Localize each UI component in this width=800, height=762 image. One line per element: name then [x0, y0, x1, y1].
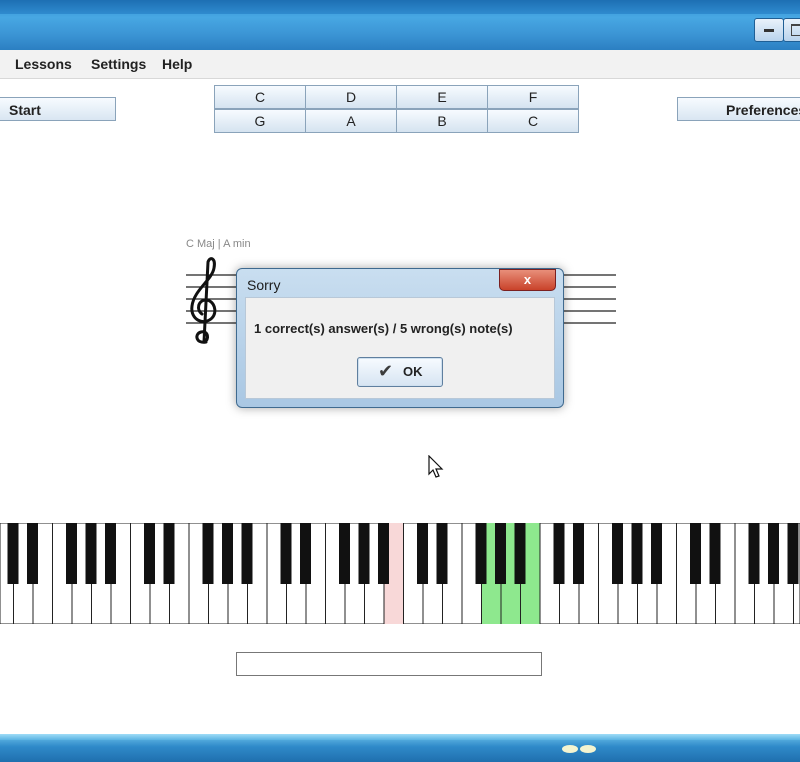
note-button-f[interactable]: F — [487, 85, 579, 109]
dialog-body: 1 correct(s) answer(s) / 5 wrong(s) note… — [245, 297, 555, 399]
black-key[interactable] — [27, 523, 38, 584]
menu-help[interactable]: Help — [162, 56, 192, 72]
preferences-button[interactable]: Preferences — [677, 97, 800, 121]
dialog-message: 1 correct(s) answer(s) / 5 wrong(s) note… — [254, 321, 513, 336]
menu-bar: Lessons Settings Help — [0, 50, 800, 79]
black-key[interactable] — [690, 523, 701, 584]
black-key[interactable] — [358, 523, 370, 584]
note-button-c-high[interactable]: C — [487, 109, 579, 133]
black-key[interactable] — [748, 523, 760, 584]
menu-settings[interactable]: Settings — [91, 56, 146, 72]
dialog-title: Sorry — [247, 277, 281, 293]
black-key[interactable] — [417, 523, 428, 584]
note-button-grid: C D E F G A B C — [214, 85, 580, 133]
black-key[interactable] — [202, 523, 214, 584]
black-key[interactable] — [300, 523, 311, 584]
black-key[interactable] — [651, 523, 662, 584]
mouse-cursor-icon — [428, 455, 444, 478]
note-button-a[interactable]: A — [305, 109, 397, 133]
black-key[interactable] — [631, 523, 643, 584]
black-key[interactable] — [612, 523, 623, 584]
black-key[interactable] — [105, 523, 116, 584]
black-key[interactable] — [787, 523, 799, 584]
black-key[interactable] — [378, 523, 389, 584]
window-titlebar — [0, 0, 800, 50]
piano-keyboard[interactable] — [0, 523, 800, 624]
note-button-b[interactable]: B — [396, 109, 488, 133]
black-key[interactable] — [339, 523, 350, 584]
black-key[interactable] — [514, 523, 526, 584]
note-button-d[interactable]: D — [305, 85, 397, 109]
treble-clef-icon — [190, 257, 217, 344]
black-key[interactable] — [85, 523, 97, 584]
black-key[interactable] — [573, 523, 584, 584]
note-button-e[interactable]: E — [396, 85, 488, 109]
black-key[interactable] — [553, 523, 565, 584]
minimize-icon — [764, 29, 774, 32]
black-key[interactable] — [144, 523, 155, 584]
black-key[interactable] — [495, 523, 506, 584]
black-key[interactable] — [768, 523, 779, 584]
black-key[interactable] — [436, 523, 448, 584]
note-button-g[interactable]: G — [214, 109, 306, 133]
black-key[interactable] — [7, 523, 19, 584]
start-button[interactable]: Start — [0, 97, 116, 121]
minimize-button[interactable] — [754, 18, 784, 42]
note-button-c[interactable]: C — [214, 85, 306, 109]
taskbar — [0, 734, 800, 762]
black-key[interactable] — [241, 523, 253, 584]
menu-lessons[interactable]: Lessons — [15, 56, 72, 72]
black-key[interactable] — [280, 523, 292, 584]
taskbar-app-icon[interactable] — [560, 740, 598, 756]
maximize-button[interactable] — [783, 18, 800, 42]
black-key[interactable] — [222, 523, 233, 584]
black-key[interactable] — [709, 523, 721, 584]
black-key[interactable] — [66, 523, 77, 584]
checkmark-icon: ✔ — [378, 361, 394, 382]
sorry-dialog: Sorry x 1 correct(s) answer(s) / 5 wrong… — [236, 268, 564, 408]
dialog-close-button[interactable]: x — [499, 269, 556, 291]
black-key[interactable] — [163, 523, 175, 584]
maximize-icon — [791, 24, 800, 36]
ok-button-label: OK — [403, 364, 423, 379]
ok-button[interactable]: ✔ OK — [357, 357, 443, 387]
key-signature-caption: C Maj | A min — [186, 238, 251, 250]
black-key[interactable] — [475, 523, 487, 584]
answer-field[interactable] — [236, 652, 542, 676]
close-icon: x — [523, 272, 532, 287]
